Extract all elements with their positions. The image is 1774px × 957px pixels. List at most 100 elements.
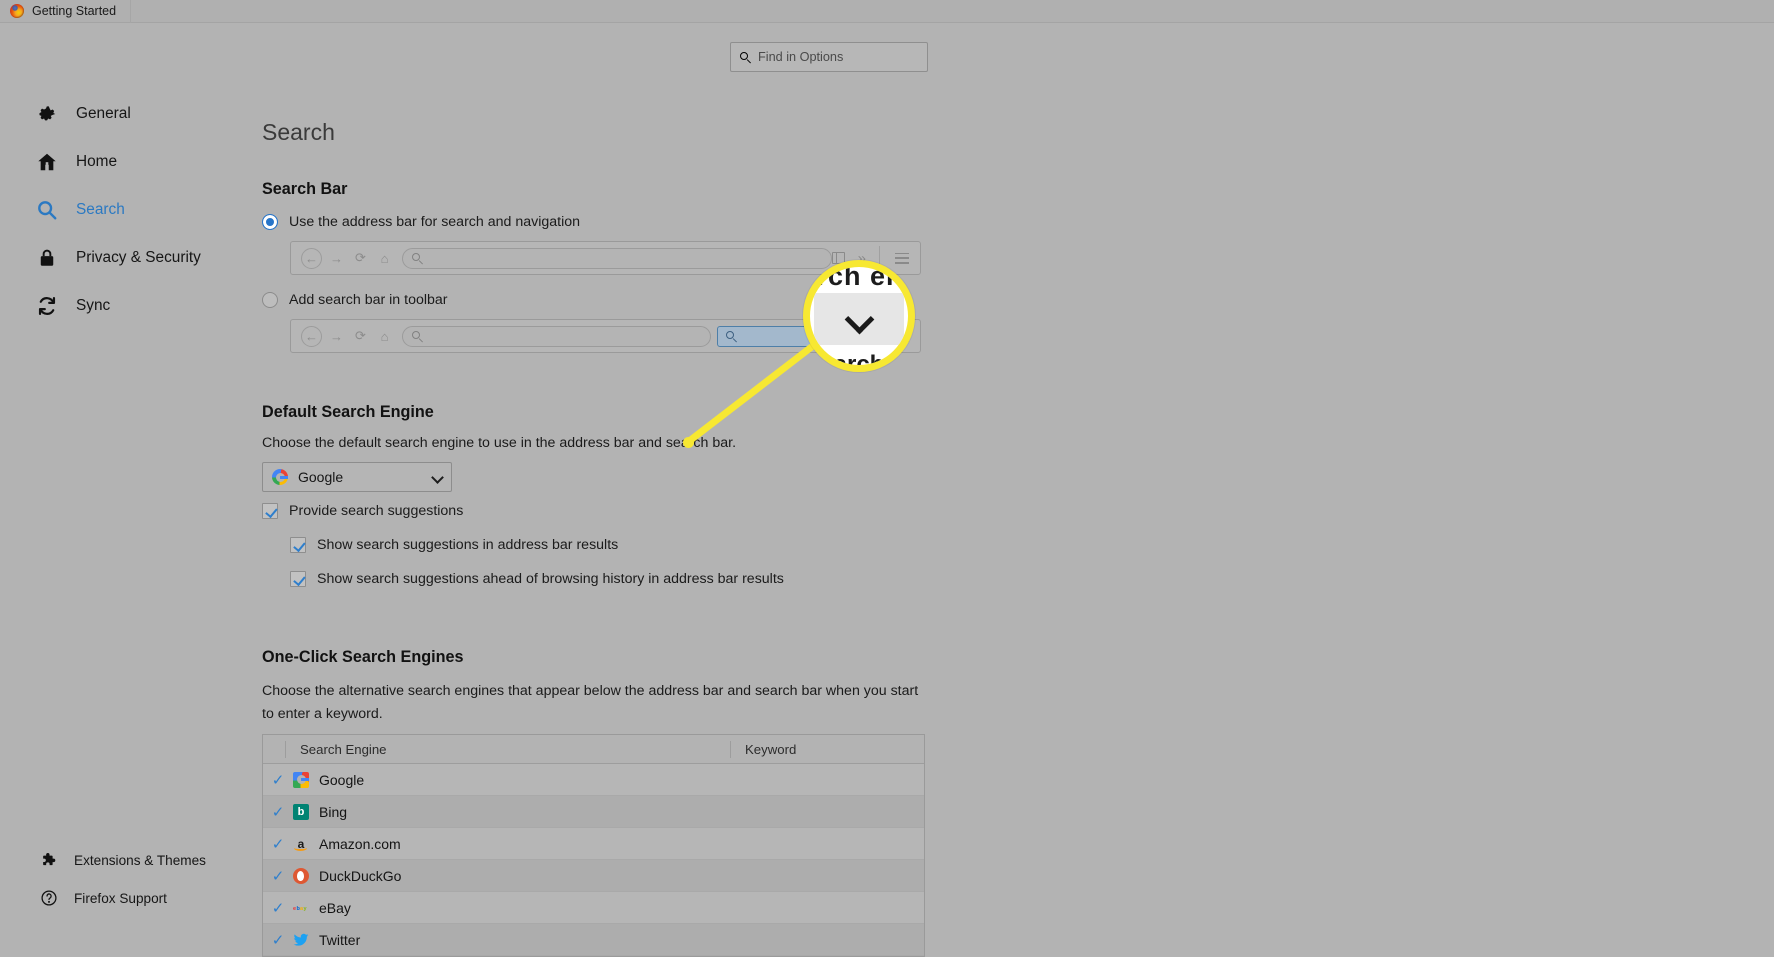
sidebar-item-general[interactable]: General (0, 90, 258, 138)
sync-icon (36, 295, 58, 317)
sidebar-item-firefox-support[interactable]: Firefox Support (0, 879, 258, 917)
engine-name: eBay (319, 899, 351, 916)
one-click-description: Choose the alternative search engines th… (262, 683, 919, 723)
sidebar-item-label: Search (76, 201, 125, 218)
sidebar-item-extensions-themes[interactable]: Extensions & Themes (0, 841, 258, 879)
row-check-icon[interactable]: ✓ (263, 931, 293, 949)
default-search-engine-dropdown[interactable]: Google (262, 462, 452, 492)
engine-cell: Twitter (293, 932, 360, 948)
chevron-down-icon (432, 472, 442, 482)
reload-icon: ⟳ (355, 250, 366, 265)
sidebar-item-home[interactable]: Home (0, 138, 258, 186)
svg-text:y: y (304, 906, 308, 912)
default-engine-heading: Default Search Engine (262, 403, 434, 421)
search-icon (36, 199, 58, 221)
checkbox-provide-search-suggestions[interactable]: Provide search suggestions (262, 503, 463, 519)
one-click-heading: One-Click Search Engines (262, 648, 464, 666)
toolbar-nav-buttons: ← → ⟳ ⌂ (291, 325, 394, 347)
engine-cell: b Bing (293, 803, 348, 820)
browser-tab-getting-started[interactable]: Getting Started (0, 0, 132, 23)
svg-text:e: e (293, 906, 296, 912)
engine-name: Bing (319, 803, 348, 820)
table-row[interactable]: ✓ Twitter (263, 924, 924, 956)
engine-name: Google (319, 771, 365, 788)
row-check-icon[interactable]: ✓ (263, 835, 293, 853)
default-engine-description: Choose the default search engine to use … (262, 435, 737, 451)
row-check-icon[interactable]: ✓ (263, 899, 293, 917)
engine-cell: DuckDuckGo (293, 867, 402, 884)
checkbox-label: Show search suggestions ahead of browsin… (317, 571, 784, 587)
tab-label: Getting Started (32, 4, 117, 18)
hamburger-menu-icon (895, 252, 909, 264)
checkbox-indicator (290, 571, 306, 587)
sidebar-item-label: General (76, 105, 131, 122)
radio-label: Use the address bar for search and navig… (289, 214, 581, 230)
radio-label: Add search bar in toolbar (289, 292, 448, 308)
google-icon (272, 469, 288, 485)
magnifier-dropdown-zoom (814, 293, 904, 345)
magnifier-bottom-text: arch (833, 351, 885, 372)
firefox-logo-icon (10, 4, 24, 18)
sidebar-item-search[interactable]: Search (0, 186, 258, 234)
page-title: Search (262, 119, 335, 145)
column-header-keyword[interactable]: Keyword (730, 740, 924, 758)
home-icon: ⌂ (380, 328, 389, 344)
row-check-icon[interactable]: ✓ (263, 771, 293, 789)
twitter-icon (293, 932, 309, 948)
engine-name: Twitter (319, 931, 361, 948)
callout-endpoint-dot (683, 437, 694, 448)
bing-icon: b (293, 803, 309, 820)
default-search-engine-section: Default Search Engine (262, 403, 434, 422)
checkbox-label: Provide search suggestions (289, 503, 464, 519)
row-check-icon[interactable]: ✓ (263, 867, 293, 885)
radio-use-address-bar[interactable]: Use the address bar for search and navig… (262, 214, 580, 230)
default-engine-value: Google (298, 469, 344, 485)
radio-indicator (262, 292, 278, 308)
ebay-icon: e b a y (293, 900, 309, 916)
row-check-icon[interactable]: ✓ (263, 803, 293, 821)
radio-add-search-bar[interactable]: Add search bar in toolbar (262, 292, 448, 308)
settings-sidebar: General Home Search Privacy & Security S… (0, 24, 258, 941)
sidebar-item-label: Sync (76, 297, 111, 314)
engine-cell: e b a y eBay (293, 900, 351, 916)
back-arrow-icon: ← (301, 247, 322, 269)
sidebar-item-privacy-security[interactable]: Privacy & Security (0, 234, 258, 282)
magnifier-callout: rch en arch (803, 260, 915, 372)
search-icon (412, 330, 423, 343)
chevron-down-icon (846, 306, 872, 332)
table-row[interactable]: ✓ DuckDuckGo (263, 860, 924, 892)
sidebar-item-label: Extensions & Themes (74, 852, 206, 868)
checkbox-indicator (290, 537, 306, 553)
engine-cell: a Amazon.com (293, 836, 401, 852)
table-row[interactable]: ✓ a Amazon.com (263, 828, 924, 860)
search-icon (412, 252, 423, 265)
gear-icon (36, 103, 58, 125)
address-bar-preview (402, 247, 832, 269)
search-bar-section: Search Bar (262, 180, 347, 199)
radio-indicator (262, 214, 278, 230)
engine-name: DuckDuckGo (319, 867, 402, 884)
checkbox-indicator (262, 503, 278, 519)
sidebar-item-sync[interactable]: Sync (0, 282, 258, 330)
reload-icon: ⟳ (355, 328, 366, 343)
engine-cell: Google (293, 771, 365, 788)
sidebar-item-label: Firefox Support (74, 890, 167, 906)
settings-main-panel: Search Search Bar Use the address bar fo… (258, 24, 1774, 957)
magnifier-content: rch en arch (810, 267, 908, 365)
back-arrow-icon: ← (301, 325, 322, 347)
column-header-search-engine[interactable]: Search Engine (285, 740, 730, 758)
address-bar-preview (402, 325, 711, 347)
toolbar-nav-buttons: ← → ⟳ ⌂ (291, 247, 394, 269)
table-row[interactable]: ✓ b Bing (263, 796, 924, 828)
sidebar-footer: Extensions & Themes Firefox Support (0, 841, 258, 917)
search-bar-heading: Search Bar (262, 180, 348, 198)
table-row[interactable]: ✓ e b a y eBay (263, 892, 924, 924)
table-header-row: Search Engine Keyword (263, 735, 924, 764)
checkbox-show-in-address-bar[interactable]: Show search suggestions in address bar r… (290, 537, 618, 553)
home-icon (36, 151, 58, 173)
puzzle-icon (40, 851, 58, 869)
home-icon: ⌂ (380, 250, 389, 266)
checkbox-show-ahead-of-history[interactable]: Show search suggestions ahead of browsin… (290, 571, 784, 587)
table-row[interactable]: ✓ Google (263, 764, 924, 796)
one-click-section: One-Click Search Engines (262, 648, 464, 667)
